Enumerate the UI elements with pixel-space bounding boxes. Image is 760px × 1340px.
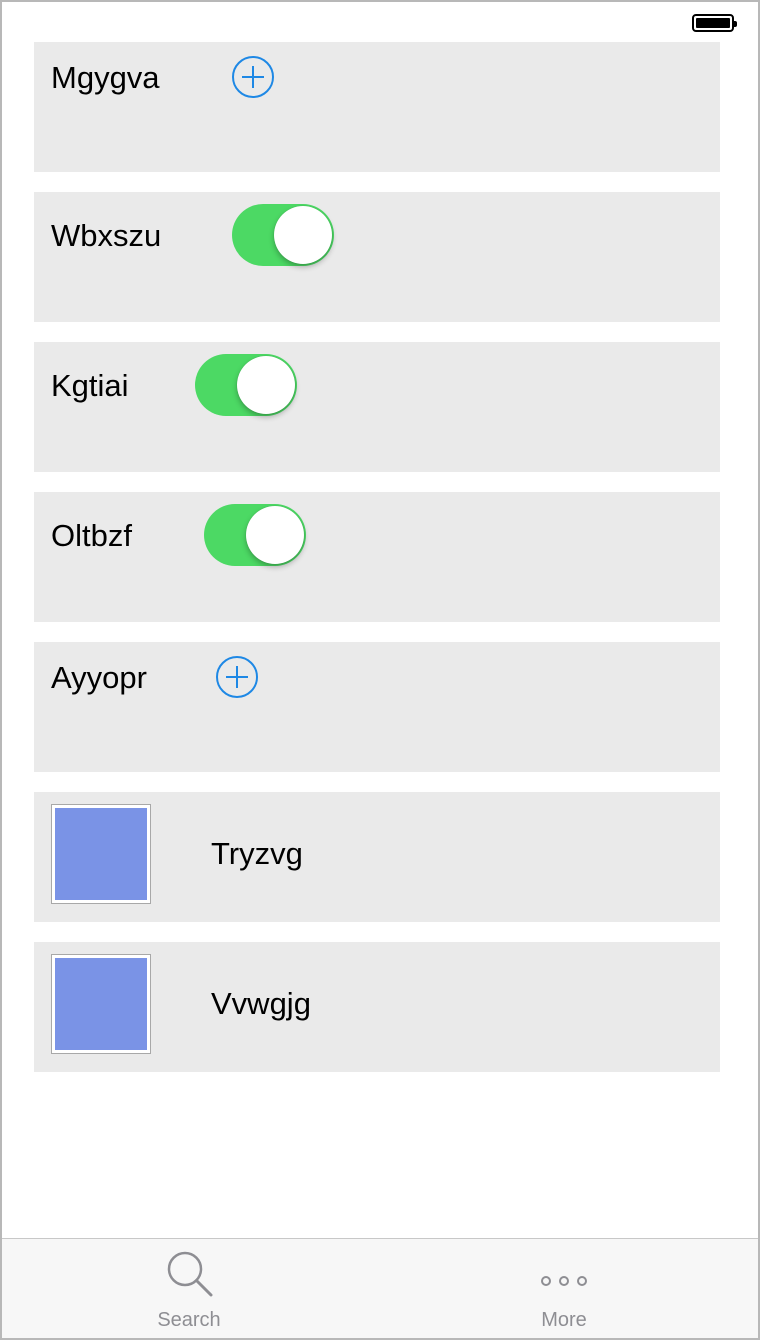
row-label: Oltbzf <box>51 518 132 553</box>
battery-full-icon <box>692 14 737 32</box>
toggle-knob <box>274 206 332 264</box>
toggle-knob <box>237 356 295 414</box>
tab-search[interactable]: Search <box>69 1239 309 1338</box>
row-label: Mgygva <box>51 60 160 95</box>
toggle-knob <box>246 506 304 564</box>
tab-bar: Search More <box>2 1238 758 1338</box>
list-row-wbxszu: Wbxszu <box>34 192 720 322</box>
more-icon <box>541 1276 587 1286</box>
list-row-kgtiai: Kgtiai <box>34 342 720 472</box>
row-label: Tryzvg <box>211 836 303 871</box>
tab-more[interactable]: More <box>444 1239 684 1338</box>
list-row-oltbzf: Oltbzf <box>34 492 720 622</box>
tab-label: More <box>541 1309 587 1331</box>
status-bar <box>2 2 758 42</box>
image-swatch <box>55 808 147 900</box>
toggle-switch[interactable] <box>204 504 306 566</box>
toggle-switch[interactable] <box>232 204 334 266</box>
search-icon <box>167 1251 213 1297</box>
thumbnail-image <box>51 954 151 1054</box>
list-row-tryzvg[interactable]: Tryzvg <box>34 792 720 922</box>
tab-label: Search <box>157 1309 221 1331</box>
settings-list: Mgygva Wbxszu Kgtiai Oltbzf Ayyopr Tryzv… <box>34 42 720 1092</box>
toggle-switch[interactable] <box>195 354 297 416</box>
app-frame: Mgygva Wbxszu Kgtiai Oltbzf Ayyopr Tryzv… <box>0 0 760 1340</box>
row-label: Kgtiai <box>51 368 129 403</box>
list-row-mgygva: Mgygva <box>34 42 720 172</box>
plus-circle-icon[interactable] <box>216 656 258 698</box>
image-swatch <box>55 958 147 1050</box>
thumbnail-image <box>51 804 151 904</box>
row-label: Wbxszu <box>51 218 162 253</box>
list-row-ayyopr: Ayyopr <box>34 642 720 772</box>
row-label: Ayyopr <box>51 660 147 695</box>
plus-circle-icon[interactable] <box>232 56 274 98</box>
list-row-vvwgjg[interactable]: Vvwgjg <box>34 942 720 1072</box>
row-label: Vvwgjg <box>211 986 311 1021</box>
